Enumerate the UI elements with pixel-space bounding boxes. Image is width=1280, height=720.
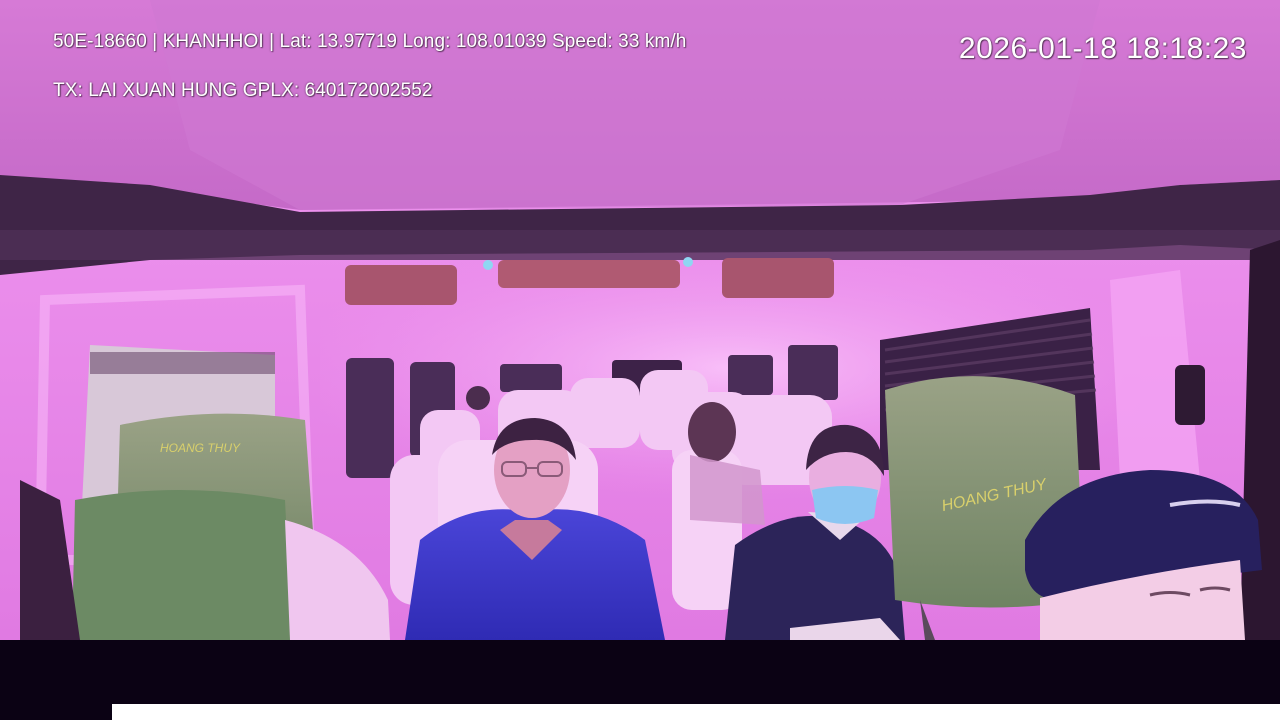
reading-light-left [483,260,493,270]
side-window-far-right-2 [788,345,838,400]
passenger-right-mask [812,486,878,524]
air-vent-center [498,260,680,288]
seat-logo-left: HOANG THUY [160,441,241,455]
vehicle-info-overlay: 50E-18660 | KHANHHOI | Lat: 13.97719 Lon… [53,31,687,52]
seatbelt-anchor [1175,365,1205,425]
front-seat-left-back [72,490,292,640]
air-vent-left [345,265,457,305]
dashcam-frame: HOANG THUY HOANG THUY 50E-18660 | KHANHH… [0,0,1280,720]
passenger-right-back [688,402,736,462]
driver-info-overlay: TX: LAI XUAN HUNG GPLX: 640172002552 [53,80,433,101]
air-vent-right [722,258,834,298]
passenger-far [466,386,490,410]
reading-light-right [683,257,693,267]
rear-window-left [500,364,562,392]
bottom-white-strip [112,704,1280,720]
side-window-far-left-1 [346,358,394,478]
timestamp-overlay: 2026-01-18 18:18:23 [958,32,1247,65]
side-window-far-right-1 [728,355,773,395]
